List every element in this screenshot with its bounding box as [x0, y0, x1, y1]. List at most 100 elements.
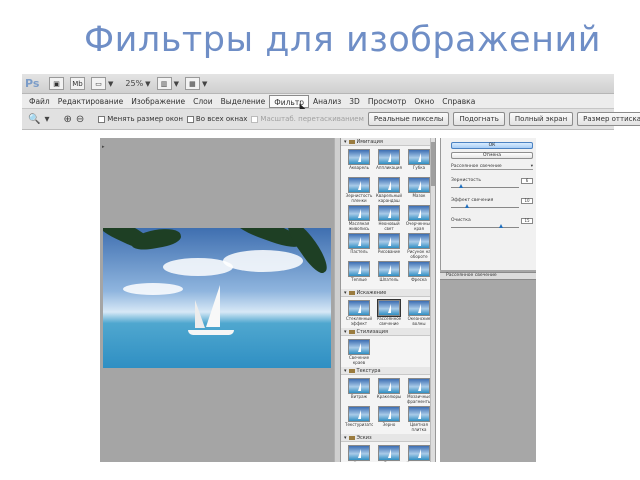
- scrollbar-thumb[interactable]: [431, 142, 435, 186]
- cancel-button[interactable]: Отмена: [451, 152, 533, 159]
- slider-knob-icon[interactable]: [499, 224, 503, 228]
- arrange-documents-dropdown[interactable]: ▥ ▼: [156, 77, 179, 90]
- param-slider[interactable]: [451, 227, 519, 228]
- menu-layers[interactable]: Слои: [189, 95, 217, 108]
- thumbnail-image[interactable]: [408, 378, 430, 394]
- expand-arrow-icon[interactable]: ▾: [344, 329, 347, 335]
- thumbnail-image[interactable]: [348, 300, 370, 316]
- thumbnail-image[interactable]: [348, 445, 370, 461]
- checkbox-box[interactable]: [251, 115, 259, 123]
- thumbnail-image[interactable]: [378, 233, 400, 249]
- chevron-down-icon[interactable]: ▾: [44, 114, 49, 125]
- filter-thumbnail[interactable]: Губка: [405, 149, 433, 175]
- filter-thumbnail[interactable]: Текстуризатор: [345, 406, 373, 432]
- thumbnail-image[interactable]: [348, 339, 370, 355]
- expand-arrow-icon[interactable]: ▾: [344, 435, 347, 441]
- thumbnail-image[interactable]: [378, 445, 400, 461]
- menu-select[interactable]: Выделение: [217, 95, 270, 108]
- filter-thumbnail[interactable]: Хром: [345, 445, 373, 462]
- zoom-out-icon[interactable]: ⊖: [76, 114, 84, 125]
- fit-screen-button[interactable]: Подогнать: [453, 112, 505, 126]
- filter-thumbnail[interactable]: Стеклянный эффект: [345, 300, 373, 326]
- thumbnail-image[interactable]: [378, 378, 400, 394]
- filter-thumbnail[interactable]: Рассеянное свечение: [375, 299, 403, 326]
- filter-thumbnail[interactable]: Гипс: [375, 445, 403, 462]
- filter-thumbnail[interactable]: Очерченные края: [405, 205, 433, 231]
- menu-analysis[interactable]: Анализ: [309, 95, 345, 108]
- thumbnail-image[interactable]: [348, 177, 370, 193]
- filter-thumbnail[interactable]: Акварель: [345, 149, 373, 175]
- filter-thumbnail[interactable]: Океанские волны: [405, 300, 433, 326]
- thumbnail-image[interactable]: [378, 149, 400, 165]
- expand-arrow-icon[interactable]: ▾: [344, 290, 347, 296]
- gallery-category-header[interactable]: ▾ Текстура: [341, 367, 435, 375]
- zoom-tool-icon[interactable]: 🔍: [28, 114, 40, 125]
- filter-thumbnail[interactable]: Свечение краев: [345, 339, 373, 365]
- param-field[interactable]: 15: [521, 218, 533, 224]
- filter-thumbnail[interactable]: Зернистость пленки: [345, 177, 373, 203]
- checkbox-box[interactable]: [98, 115, 106, 123]
- menu-window[interactable]: Окно: [410, 95, 438, 108]
- expand-arrow-icon[interactable]: ▾: [344, 368, 347, 374]
- thumbnail-image[interactable]: [348, 233, 370, 249]
- param-field[interactable]: 6: [521, 178, 533, 184]
- thumbnail-image[interactable]: [408, 406, 430, 422]
- thumbnail-image[interactable]: [348, 261, 370, 277]
- thumbnail-image[interactable]: [378, 406, 400, 422]
- thumbnail-image[interactable]: [408, 300, 430, 316]
- preview-canvas[interactable]: ▸: [100, 138, 334, 462]
- all-windows-checkbox[interactable]: Во всех окнах: [186, 115, 247, 123]
- thumbnail-image[interactable]: [408, 149, 430, 165]
- expand-arrow-icon[interactable]: ▾: [344, 139, 347, 145]
- filter-thumbnail[interactable]: Теплые: [345, 261, 373, 287]
- filter-thumbnail[interactable]: Рисунок на обороте: [405, 233, 433, 259]
- filter-thumbnail[interactable]: Витраж: [345, 378, 373, 404]
- param-field[interactable]: 10: [521, 198, 533, 204]
- menu-file[interactable]: Файл: [25, 95, 54, 108]
- gallery-category-header[interactable]: ▾ Эскиз: [341, 434, 435, 442]
- filter-thumbnail[interactable]: Шпатель: [375, 261, 403, 287]
- menu-view[interactable]: Просмотр: [364, 95, 411, 108]
- slider-knob-icon[interactable]: [459, 184, 463, 188]
- thumbnail-image[interactable]: [348, 378, 370, 394]
- thumbnail-image[interactable]: [408, 261, 430, 277]
- filter-thumbnail[interactable]: Фреска: [405, 261, 433, 287]
- zoom-in-icon[interactable]: ⊕: [63, 114, 71, 125]
- filter-thumbnail[interactable]: Неоновый свет: [375, 205, 403, 231]
- filter-thumbnail[interactable]: Рисование: [375, 233, 403, 259]
- gallery-category-header[interactable]: ▾ Стилизация: [341, 328, 435, 336]
- gallery-category-header[interactable]: ▾ Имитация: [341, 138, 435, 146]
- mini-bridge-button[interactable]: Mb: [70, 77, 85, 90]
- menu-edit[interactable]: Редактирование: [54, 95, 127, 108]
- actual-pixels-button[interactable]: Реальные пикселы: [367, 112, 450, 126]
- filter-thumbnail[interactable]: Пастель: [345, 233, 373, 259]
- effect-layer-row[interactable]: Рассеянное свечение: [440, 272, 536, 280]
- menu-help[interactable]: Справка: [438, 95, 479, 108]
- thumbnail-image[interactable]: [408, 205, 430, 221]
- thumbnail-image[interactable]: [378, 261, 400, 277]
- thumbnail-image[interactable]: [348, 149, 370, 165]
- thumbnail-image[interactable]: [408, 445, 430, 461]
- filter-thumbnail[interactable]: Мозаичные фрагменты: [405, 378, 433, 404]
- scrubby-zoom-checkbox[interactable]: Масштаб. перетаскиванием: [251, 115, 364, 123]
- screen-mode-dropdown[interactable]: ▦ ▼: [184, 77, 207, 90]
- thumbnail-image[interactable]: [408, 233, 430, 249]
- thumbnail-image[interactable]: [377, 299, 401, 317]
- filter-thumbnail[interactable]: Мазок: [405, 177, 433, 203]
- print-size-button[interactable]: Размер оттиска: [577, 112, 640, 126]
- thumbnail-image[interactable]: [348, 205, 370, 221]
- checkbox-box[interactable]: [186, 115, 194, 123]
- filter-thumbnail[interactable]: Кварельный карандаш: [375, 177, 403, 203]
- filter-thumbnail[interactable]: Кракелюры: [375, 378, 403, 404]
- thumbnail-image[interactable]: [408, 177, 430, 193]
- view-extras-dropdown[interactable]: ▭ ▼: [91, 77, 113, 90]
- param-slider[interactable]: [451, 207, 519, 208]
- fill-screen-button[interactable]: Полный экран: [508, 112, 574, 126]
- slider-knob-icon[interactable]: [465, 204, 469, 208]
- filter-thumbnail[interactable]: Аппликация: [375, 149, 403, 175]
- thumbnail-image[interactable]: [378, 177, 400, 193]
- menu-image[interactable]: Изображение: [127, 95, 189, 108]
- filter-thumbnail[interactable]: Зерно: [375, 406, 403, 432]
- thumbnail-image[interactable]: [348, 406, 370, 422]
- launch-bridge-button[interactable]: ▣: [49, 77, 64, 90]
